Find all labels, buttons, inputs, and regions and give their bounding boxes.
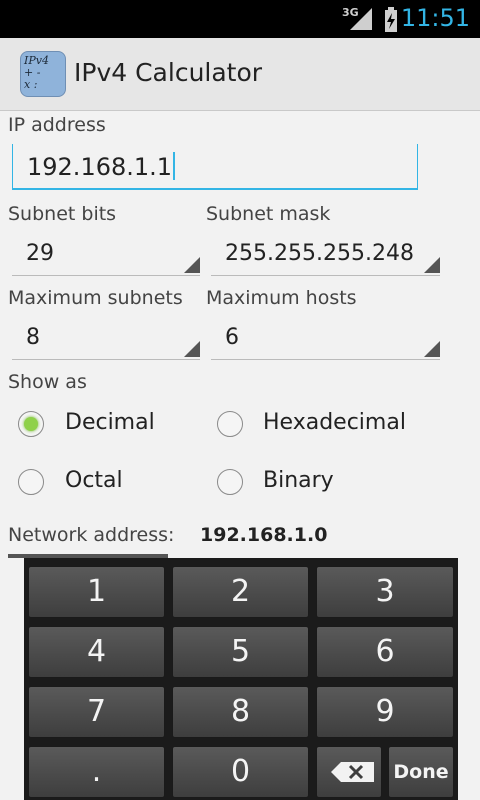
maximum-subnets-label: Maximum subnets — [8, 287, 183, 309]
status-bar: 3G 11:51 — [0, 0, 480, 38]
backspace-key[interactable] — [316, 746, 382, 798]
text-cursor — [173, 152, 176, 180]
radio-octal-label[interactable]: Octal — [65, 468, 123, 493]
subnet-mask-value: 255.255.255.248 — [225, 241, 414, 266]
battery-charging-icon — [385, 7, 397, 32]
network-address-label: Network address: — [8, 524, 175, 546]
key-3[interactable]: 3 — [316, 566, 454, 618]
done-key[interactable]: Done — [388, 746, 454, 798]
key-7[interactable]: 7 — [28, 686, 165, 738]
maximum-subnets-spinner[interactable]: 8 — [12, 318, 200, 360]
key-1[interactable]: 1 — [28, 566, 165, 618]
dropdown-arrow-icon — [424, 257, 440, 273]
radio-decimal-label[interactable]: Decimal — [65, 410, 155, 435]
key-5[interactable]: 5 — [172, 626, 309, 678]
backspace-icon — [331, 762, 374, 782]
dropdown-arrow-icon — [424, 341, 440, 357]
key-2[interactable]: 2 — [172, 566, 309, 618]
key-4[interactable]: 4 — [28, 626, 165, 678]
app-title: IPv4 Calculator — [74, 58, 263, 87]
subnet-mask-spinner[interactable]: 255.255.255.248 — [211, 234, 440, 276]
network-address-value: 192.168.1.0 — [200, 524, 328, 546]
maximum-subnets-value: 8 — [26, 325, 40, 350]
clock: 11:51 — [400, 4, 470, 32]
key-9[interactable]: 9 — [316, 686, 454, 738]
subnet-bits-spinner[interactable]: 29 — [12, 234, 200, 276]
ip-address-input[interactable]: 192.168.1.1 — [12, 144, 418, 190]
maximum-hosts-value: 6 — [225, 325, 239, 350]
numeric-keypad: 1 2 3 4 5 6 7 8 9 . 0 Done — [24, 558, 458, 800]
radio-hexadecimal[interactable] — [217, 411, 243, 437]
app-icon-text: IPv4 + - x : — [24, 54, 49, 91]
subnet-bits-value: 29 — [26, 241, 54, 266]
action-bar: IPv4 + - x : IPv4 Calculator — [0, 38, 480, 111]
key-0[interactable]: 0 — [172, 746, 309, 798]
radio-binary[interactable] — [217, 469, 243, 495]
ip-address-label: IP address — [8, 114, 106, 136]
dropdown-arrow-icon — [184, 257, 200, 273]
subnet-mask-label: Subnet mask — [206, 203, 331, 225]
radio-decimal[interactable] — [18, 411, 44, 437]
key-dot[interactable]: . — [28, 746, 165, 798]
maximum-hosts-label: Maximum hosts — [206, 287, 357, 309]
app-icon[interactable]: IPv4 + - x : — [20, 51, 66, 97]
signal-icon — [350, 8, 372, 30]
radio-octal[interactable] — [18, 469, 44, 495]
radio-hexadecimal-label[interactable]: Hexadecimal — [263, 410, 406, 435]
subnet-bits-label: Subnet bits — [8, 203, 117, 225]
key-6[interactable]: 6 — [316, 626, 454, 678]
ip-address-value: 192.168.1.1 — [27, 153, 173, 181]
key-8[interactable]: 8 — [172, 686, 309, 738]
dropdown-arrow-icon — [184, 341, 200, 357]
maximum-hosts-spinner[interactable]: 6 — [211, 318, 440, 360]
radio-binary-label[interactable]: Binary — [263, 468, 334, 493]
show-as-label: Show as — [8, 371, 87, 393]
